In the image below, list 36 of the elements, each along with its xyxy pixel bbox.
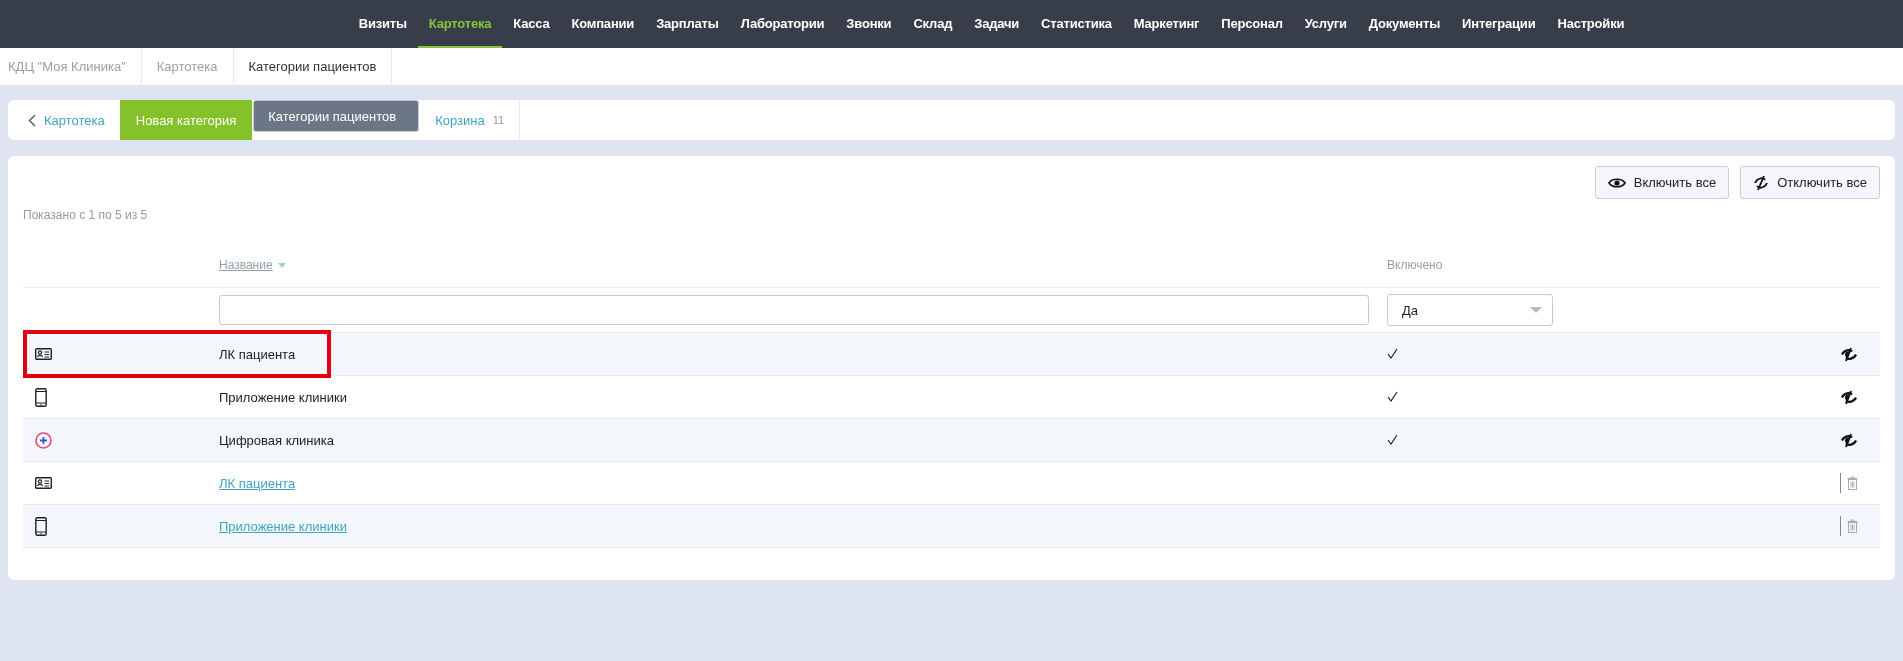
id-card-icon bbox=[35, 477, 52, 489]
enabled-filter-select[interactable]: Да bbox=[1387, 294, 1553, 326]
smartphone-icon bbox=[35, 516, 47, 536]
show-all-button[interactable]: Включить все bbox=[1594, 166, 1730, 199]
nav-item[interactable]: Персонал bbox=[1210, 0, 1294, 48]
nav-item[interactable]: Статистика bbox=[1030, 0, 1123, 48]
tab[interactable]: Категории пациентов bbox=[253, 100, 420, 132]
nav-item[interactable]: Зарплаты bbox=[645, 0, 730, 48]
category-name: ЛК пациента bbox=[219, 346, 296, 362]
nav-item[interactable]: Услуги bbox=[1293, 0, 1358, 48]
nav-item[interactable]: Касса bbox=[502, 0, 561, 48]
hide-all-button[interactable]: Отключить все bbox=[1740, 166, 1880, 199]
nav-item[interactable]: Настройки bbox=[1546, 0, 1636, 48]
plus-circle-icon bbox=[35, 431, 52, 449]
nav-item[interactable]: Маркетинг bbox=[1122, 0, 1211, 48]
sort-caret-icon bbox=[277, 262, 286, 268]
name-filter-field[interactable] bbox=[219, 295, 1369, 325]
breadcrumb-item[interactable]: Категории пациентов bbox=[233, 48, 393, 85]
nav-item[interactable]: Компании bbox=[560, 0, 646, 48]
nav-item[interactable]: Звонки bbox=[835, 0, 903, 48]
eye-icon bbox=[1607, 176, 1626, 189]
nav-item[interactable]: Документы bbox=[1357, 0, 1452, 48]
id-card-icon bbox=[35, 348, 52, 360]
column-header: Включено bbox=[1387, 258, 1443, 272]
category-name: Цифровая клиника bbox=[219, 432, 334, 448]
smartphone-icon bbox=[35, 387, 47, 407]
count-label: 11 bbox=[492, 114, 505, 126]
chevron-left-icon bbox=[28, 113, 36, 127]
nav-item[interactable]: Визиты bbox=[347, 0, 418, 48]
nav-item[interactable]: Склад bbox=[902, 0, 964, 48]
nav-item[interactable]: Интеграции bbox=[1451, 0, 1547, 48]
nav-item[interactable]: Задачи bbox=[963, 0, 1031, 48]
category-name: Приложение клиники bbox=[219, 389, 347, 405]
dropdown-caret-icon bbox=[1530, 307, 1542, 313]
results-summary: Показано с 1 по 5 из 5 bbox=[23, 208, 149, 222]
nav-item[interactable]: Лаборатории bbox=[729, 0, 836, 48]
